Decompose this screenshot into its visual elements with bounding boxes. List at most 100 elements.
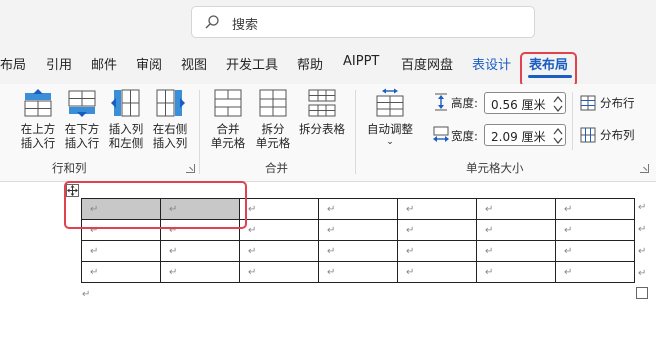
insert-below-icon: [68, 90, 96, 117]
table-cell[interactable]: ↵: [476, 261, 556, 283]
insert-below-line1: 在下方: [64, 122, 100, 136]
tab-references[interactable]: 引用: [46, 54, 72, 73]
table-cell[interactable]: ↵: [239, 240, 319, 262]
search-placeholder: 搜索: [232, 18, 259, 33]
spin-up-icon[interactable]: [553, 95, 563, 104]
table-cell[interactable]: ↵: [239, 219, 319, 241]
width-label: 宽度:: [451, 129, 478, 143]
table-cell[interactable]: ↵: [476, 198, 556, 220]
table-cell[interactable]: ↵: [397, 261, 477, 283]
table-resize-handle[interactable]: [636, 287, 648, 299]
tab-view[interactable]: 视图: [181, 54, 207, 73]
table-cell[interactable]: ↵: [318, 219, 398, 241]
split-cells-button[interactable]: 拆分 单元格: [251, 88, 295, 150]
row-height-icon: [435, 93, 447, 111]
insert-above-line2: 插入行: [20, 136, 56, 150]
distribute-cols-label: 分布列: [600, 128, 635, 142]
insert-left-icon: [111, 89, 140, 117]
group-separator: [199, 90, 200, 174]
split-table-label: 拆分表格: [299, 122, 345, 136]
split-table-icon: [308, 89, 336, 117]
table-cell[interactable]: ↵: [555, 261, 635, 283]
spin-down-icon[interactable]: [553, 104, 563, 113]
insert-above-line1: 在上方: [20, 122, 56, 136]
insert-left-line1: 插入列: [108, 122, 144, 136]
table-cell[interactable]: ↵: [81, 261, 161, 283]
tab-help[interactable]: 帮助: [297, 54, 323, 73]
ribbon-panel: 在上方 插入行 在下方 插入行 插入列 和左侧 在右侧 插入列 行和列 合并 单…: [0, 84, 656, 182]
split-cells-line1: 拆分: [261, 122, 285, 136]
row-end-mark: ↵: [638, 224, 647, 235]
table-cell[interactable]: ↵: [318, 198, 398, 220]
group-separator: [355, 90, 356, 174]
insert-row-above-button[interactable]: 在上方 插入行: [16, 88, 60, 150]
title-bar: 搜索: [0, 0, 656, 44]
insert-right-line2: 插入列: [152, 136, 188, 150]
table-cell[interactable]: ↵: [239, 198, 319, 220]
height-label: 高度:: [451, 96, 478, 110]
merge-cells-icon: [214, 89, 242, 117]
row-end-mark: ↵: [638, 202, 647, 213]
table-cell[interactable]: ↵: [160, 261, 240, 283]
col-width-icon: [433, 126, 449, 142]
distribute-cols-icon: [580, 127, 596, 143]
insert-left-line2: 和左侧: [108, 136, 144, 150]
tab-layout[interactable]: 布局: [0, 54, 26, 73]
merge-cells-button[interactable]: 合并 单元格: [206, 88, 250, 150]
rows-cols-launcher-icon[interactable]: [186, 164, 195, 173]
tab-mailings[interactable]: 邮件: [91, 54, 117, 73]
tab-table-design[interactable]: 表设计: [472, 54, 511, 73]
tab-aippt[interactable]: AIPPT: [343, 54, 379, 69]
insert-col-right-button[interactable]: 在右侧 插入列: [148, 88, 192, 150]
chevron-down-icon: ⌄: [386, 137, 394, 147]
search-box[interactable]: 搜索: [191, 6, 535, 38]
height-spinner[interactable]: 0.56 厘米: [484, 92, 566, 114]
autofit-label: 自动调整: [367, 122, 413, 136]
table-cell[interactable]: ↵: [476, 219, 556, 241]
highlight-box-cells: [64, 181, 247, 229]
row-end-mark: ↵: [638, 246, 647, 257]
table-cell[interactable]: ↵: [397, 240, 477, 262]
merge-cells-line1: 合并: [216, 122, 240, 136]
table-cell[interactable]: ↵: [318, 261, 398, 283]
group-label-cell-size: 单元格大小: [466, 161, 524, 175]
table-cell[interactable]: ↵: [318, 240, 398, 262]
autofit-button[interactable]: 自动调整 ⌄: [362, 88, 418, 148]
insert-right-icon: [156, 89, 185, 117]
table-cell[interactable]: ↵: [239, 261, 319, 283]
insert-row-below-button[interactable]: 在下方 插入行: [60, 88, 104, 150]
group-separator: [572, 92, 573, 150]
insert-below-line2: 插入行: [64, 136, 100, 150]
width-spinner[interactable]: 2.09 厘米: [484, 124, 566, 146]
highlight-box-tab: [520, 52, 577, 87]
paragraph-mark: ↵: [82, 289, 91, 300]
table-cell[interactable]: ↵: [397, 219, 477, 241]
split-cells-line2: 单元格: [255, 136, 291, 150]
tab-review[interactable]: 审阅: [136, 54, 162, 73]
split-table-button[interactable]: 拆分表格: [295, 88, 349, 136]
height-value: 0.56 厘米: [491, 98, 546, 112]
distribute-rows-icon: [580, 95, 596, 111]
insert-right-line1: 在右侧: [152, 122, 188, 136]
table-cell[interactable]: ↵: [555, 198, 635, 220]
spin-up-icon[interactable]: [553, 127, 563, 136]
row-end-mark: ↵: [638, 268, 647, 279]
autofit-icon: [376, 88, 404, 117]
table-cell[interactable]: ↵: [555, 219, 635, 241]
table-cell[interactable]: ↵: [160, 240, 240, 262]
table-row: ↵ ↵ ↵ ↵ ↵ ↵ ↵: [81, 240, 635, 262]
insert-col-left-button[interactable]: 插入列 和左侧: [104, 88, 148, 150]
width-value: 2.09 厘米: [491, 130, 546, 144]
table-cell[interactable]: ↵: [81, 240, 161, 262]
group-label-rows-cols: 行和列: [52, 161, 87, 175]
table-cell[interactable]: ↵: [397, 198, 477, 220]
split-cells-icon: [259, 89, 287, 117]
table-cell[interactable]: ↵: [555, 240, 635, 262]
tab-developer[interactable]: 开发工具: [226, 54, 278, 73]
tab-baidu-netdisk[interactable]: 百度网盘: [401, 54, 453, 73]
spin-down-icon[interactable]: [553, 136, 563, 145]
merge-cells-line2: 单元格: [210, 136, 246, 150]
distribute-rows-label: 分布行: [600, 96, 635, 110]
cell-size-launcher-icon[interactable]: [640, 164, 649, 173]
table-cell[interactable]: ↵: [476, 240, 556, 262]
